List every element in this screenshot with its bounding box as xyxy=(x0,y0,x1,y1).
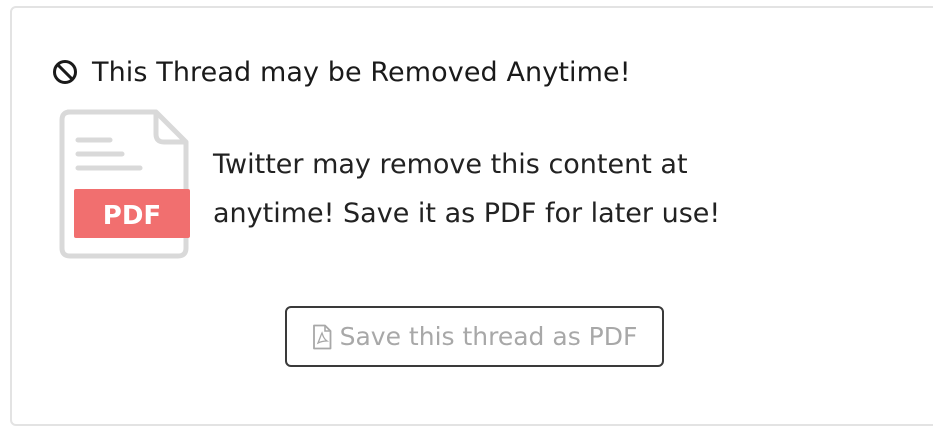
pdf-file-icon xyxy=(312,324,332,350)
notice-message: Twitter may remove this content at anyti… xyxy=(213,140,720,238)
pdf-badge-label: PDF xyxy=(103,201,161,231)
notice-title: This Thread may be Removed Anytime! xyxy=(52,52,631,92)
ban-icon xyxy=(52,59,78,85)
pdf-file-icon: PDF xyxy=(58,108,190,260)
save-pdf-button[interactable]: Save this thread as PDF xyxy=(285,306,664,367)
notice-title-text: This Thread may be Removed Anytime! xyxy=(92,56,631,88)
save-pdf-button-label: Save this thread as PDF xyxy=(339,322,638,351)
notice-message-line-1: Twitter may remove this content at xyxy=(213,149,688,180)
notice-message-line-2: anytime! Save it as PDF for later use! xyxy=(213,198,721,229)
